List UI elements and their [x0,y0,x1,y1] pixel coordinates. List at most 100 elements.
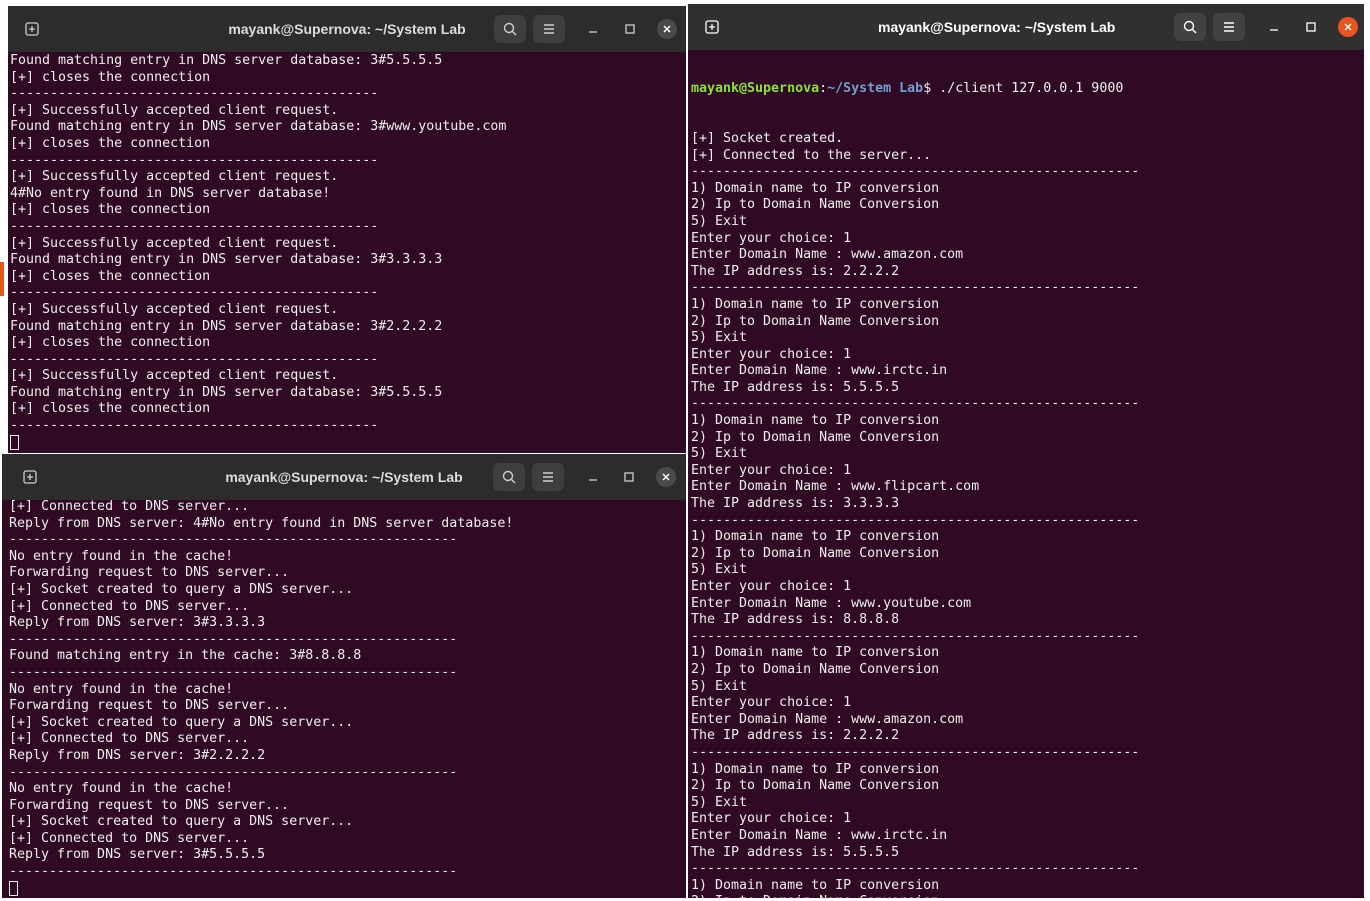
terminal-line: Enter Domain Name : www.amazon.com [691,711,964,727]
terminal-line: [+] Connected to DNS server... [9,830,250,846]
terminal-line: Found matching entry in DNS server datab… [10,53,443,68]
terminal-line: ----------------------------------------… [10,285,379,301]
terminal-line: ----------------------------------------… [691,280,1140,296]
terminal-output[interactable]: mayank@Supernova:~/System Lab$ ./client … [688,48,1364,898]
terminal-line: 5) Exit [691,678,748,694]
terminal-window-client[interactable]: mayank@Supernova: ~/System Lab mayank@Su… [688,4,1364,898]
close-icon [663,25,671,33]
terminal-output[interactable]: [+] Connected to DNS server... Reply from… [2,499,686,898]
terminal-line: Enter Domain Name : www.flipcart.com [691,479,980,495]
terminal-line: 1) Domain name to IP conversion [691,645,940,661]
prompt-command: ./client 127.0.0.1 9000 [931,81,1124,97]
maximize-icon [625,24,635,34]
terminal-line: Forwarding request to DNS server... [9,565,290,581]
close-button[interactable] [1338,17,1358,37]
minimize-button[interactable] [579,15,607,43]
terminal-line: [+] closes the connection [10,69,211,85]
hamburger-menu-icon [544,24,554,34]
close-icon [662,473,670,481]
minimize-button[interactable] [579,463,607,491]
terminal-line: 5) Exit [691,446,748,462]
menu-button[interactable] [532,463,564,491]
prompt-symbol: $ [923,81,932,97]
terminal-line: Enter Domain Name : www.amazon.com [691,247,964,263]
hamburger-menu-icon [1224,22,1234,32]
close-button[interactable] [656,467,676,487]
search-icon [1183,20,1197,34]
search-button[interactable] [494,15,526,43]
terminal-line: Reply from DNS server: 4#No entry found … [9,515,514,531]
minimize-button[interactable] [1260,13,1288,41]
prompt-separator: : [819,81,828,97]
maximize-button[interactable] [1297,13,1325,41]
terminal-window-cache[interactable]: mayank@Supernova: ~/System Lab [+] Conne… [2,454,686,898]
maximize-button[interactable] [615,463,643,491]
terminal-line: Enter your choice: 1 [691,346,852,362]
terminal-line: [+] Connected to DNS server... [9,499,250,514]
terminal-window-server[interactable]: mayank@Supernova: ~/System Lab Found mat… [8,6,686,453]
prompt-user: mayank@Supernova [691,81,820,97]
terminal-output[interactable]: Found matching entry in DNS server datab… [8,53,686,453]
search-button[interactable] [1174,13,1206,41]
terminal-line: Forwarding request to DNS server... [9,698,290,714]
terminal-line: The IP address is: 2.2.2.2 [691,263,900,279]
terminal-line: 1) Domain name to IP conversion [691,761,940,777]
titlebar[interactable]: mayank@Supernova: ~/System Lab [688,4,1364,50]
terminal-line: 2) Ip to Domain Name Conversion [691,661,940,677]
terminal-line: [+] Connected to the server... [691,147,932,163]
terminal-line: 2) Ip to Domain Name Conversion [691,313,940,329]
terminal-line: 1) Domain name to IP conversion [691,296,940,312]
terminal-input-line[interactable] [10,434,686,452]
terminal-line: Reply from DNS server: 3#2.2.2.2 [9,747,266,763]
minimize-icon [589,31,597,33]
titlebar[interactable]: mayank@Supernova: ~/System Lab [2,454,686,500]
titlebar[interactable]: mayank@Supernova: ~/System Lab [8,6,686,52]
terminal-line: Found matching entry in DNS server datab… [10,318,443,334]
new-tab-button[interactable] [16,463,44,491]
menu-button[interactable] [1213,13,1245,41]
terminal-line: 5) Exit [691,794,748,810]
terminal-line: ----------------------------------------… [10,152,379,168]
terminal-line: ----------------------------------------… [9,864,458,880]
terminal-line: Forwarding request to DNS server... [9,797,290,813]
terminal-line: Reply from DNS server: 3#5.5.5.5 [9,847,266,863]
new-tab-icon [23,470,37,484]
terminal-line: ----------------------------------------… [9,631,458,647]
terminal-line: [+] Socket created to query a DNS server… [9,814,354,830]
menu-button[interactable] [533,15,565,43]
new-tab-button[interactable] [698,13,726,41]
terminal-line: ----------------------------------------… [691,861,1140,877]
terminal-line: Found matching entry in DNS server datab… [10,384,443,400]
terminal-line: ----------------------------------------… [691,512,1140,528]
terminal-line: [+] Successfully accepted client request… [10,301,339,317]
terminal-line: ----------------------------------------… [691,628,1140,644]
terminal-line: Enter your choice: 1 [691,811,852,827]
terminal-line: [+] Socket created. [691,130,844,146]
close-button[interactable] [657,19,677,39]
terminal-line: Enter your choice: 1 [691,230,852,246]
terminal-input-line[interactable] [9,880,686,898]
terminal-line: Enter your choice: 1 [691,579,852,594]
search-button[interactable] [493,463,525,491]
terminal-line: 2) Ip to Domain Name Conversion [691,429,940,445]
terminal-line: 1) Domain name to IP conversion [691,180,940,196]
close-icon [1344,23,1352,31]
new-tab-icon [705,20,719,34]
minimize-icon [1270,29,1278,31]
terminal-line: 2) Ip to Domain Name Conversion [691,894,1364,898]
new-tab-button[interactable] [18,15,46,43]
terminal-line: ----------------------------------------… [691,396,1140,412]
maximize-icon [1306,22,1316,32]
terminal-line: ----------------------------------------… [691,164,1140,180]
terminal-line: ----------------------------------------… [9,764,458,780]
terminal-line: Reply from DNS server: 3#3.3.3.3 [9,615,266,631]
terminal-line: ----------------------------------------… [9,532,458,548]
terminal-line: 2) Ip to Domain Name Conversion [691,545,940,561]
terminal-line: ----------------------------------------… [9,664,458,680]
maximize-button[interactable] [616,15,644,43]
maximize-icon [624,472,634,482]
terminal-line: 5) Exit [691,562,748,578]
terminal-line: ----------------------------------------… [10,418,379,434]
text-cursor [10,434,19,450]
terminal-line: 5) Exit [691,330,748,346]
